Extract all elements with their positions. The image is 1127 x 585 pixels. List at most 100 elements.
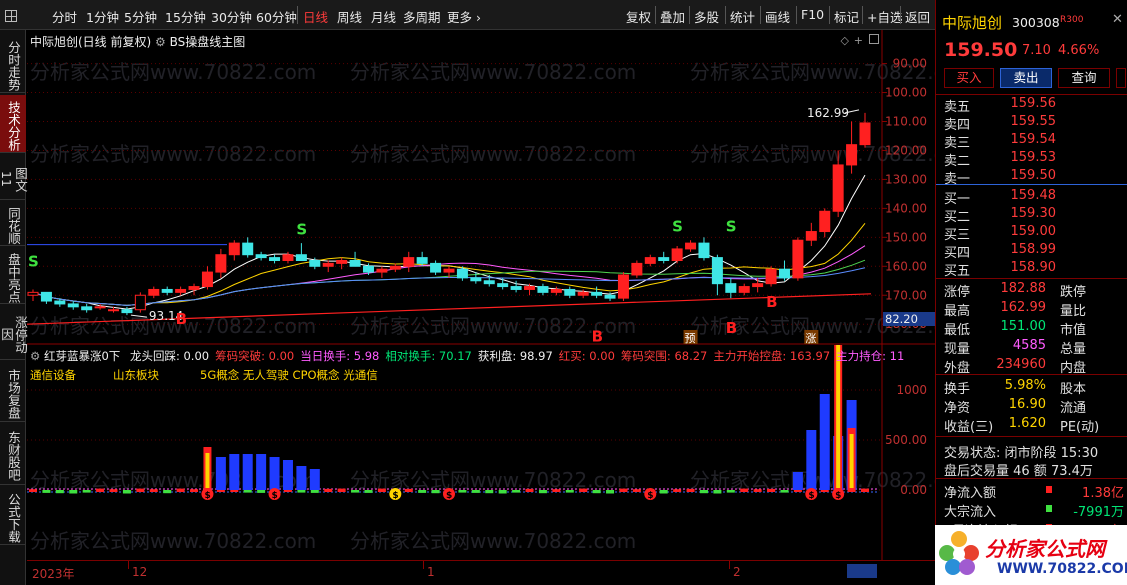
period-tab-5[interactable]: 60分钟 xyxy=(256,7,297,26)
close-icon[interactable]: ✕ xyxy=(1112,12,1123,27)
toolbar-separator xyxy=(655,6,656,24)
stat-value: 234960 xyxy=(996,357,1046,372)
bid-price[interactable]: 159.30 xyxy=(1011,206,1057,221)
stat-row: 外盘 234960 内盘 xyxy=(936,356,1127,376)
settings-icon[interactable]: ⚙ xyxy=(155,35,166,49)
period-tab-7[interactable]: 周线 xyxy=(337,7,362,26)
candle-body xyxy=(67,303,79,308)
candle-body xyxy=(819,210,831,233)
toolbar-button-8[interactable]: 返回 xyxy=(905,7,930,26)
period-tab-1[interactable]: 1分钟 xyxy=(86,7,119,26)
stat-label-2: 市值 xyxy=(1060,323,1087,338)
volume-bar xyxy=(606,490,615,494)
volume-bar xyxy=(753,489,762,492)
fundamental-row: 收益(三) 1.620 PE(动) xyxy=(936,415,1127,435)
ask-price[interactable]: 159.56 xyxy=(1011,96,1057,111)
toolbar-button-3[interactable]: 统计 xyxy=(730,7,755,26)
maximize-icon[interactable] xyxy=(869,34,879,44)
grid-icon[interactable] xyxy=(5,10,17,22)
price-axis-tick: 160.00 xyxy=(885,259,927,273)
candle-body xyxy=(550,288,562,293)
period-tab-9[interactable]: 多周期 xyxy=(403,7,441,26)
candle-body xyxy=(108,309,120,312)
toolbar-button-2[interactable]: 多股 xyxy=(694,7,719,26)
sector-tag[interactable]: 山东板块 xyxy=(113,367,159,383)
left-tab-4[interactable]: 盘中亮点 xyxy=(0,248,26,304)
period-tab-8[interactable]: 月线 xyxy=(371,7,396,26)
divider xyxy=(936,374,1127,375)
toolbar-button-0[interactable]: 复权 xyxy=(626,7,651,26)
ask-price[interactable]: 159.55 xyxy=(1011,114,1057,129)
sector-tag[interactable]: 通信设备 xyxy=(30,367,76,383)
left-tab-2[interactable]: 图文11 xyxy=(0,155,28,200)
bid-price[interactable]: 158.99 xyxy=(1011,242,1057,257)
candle-body xyxy=(685,242,697,250)
candle-body xyxy=(617,274,629,299)
fundamental-value: 16.90 xyxy=(1008,397,1046,412)
sell-button[interactable]: 卖出 xyxy=(1000,68,1052,88)
bid-price[interactable]: 159.48 xyxy=(1011,188,1057,203)
candle-body xyxy=(658,257,670,262)
ask-price[interactable]: 159.54 xyxy=(1011,132,1057,147)
settings-icon[interactable]: ⚙ xyxy=(30,349,40,363)
left-tab-7[interactable]: 东财股吧 xyxy=(0,424,26,485)
ask-price[interactable]: 159.53 xyxy=(1011,150,1057,165)
period-tab-10[interactable]: 更多 › xyxy=(447,7,481,26)
left-tab-1[interactable]: 技术分析 xyxy=(0,95,26,153)
candle-body xyxy=(604,294,616,299)
bid-price[interactable]: 159.00 xyxy=(1011,224,1057,239)
period-tab-2[interactable]: 5分钟 xyxy=(124,7,157,26)
period-tab-6[interactable]: 日线 xyxy=(303,7,328,26)
watermark-logo: 分析家公式网 WWW.70822.COM xyxy=(935,525,1127,585)
left-tab-5[interactable]: 涨停动因 xyxy=(0,306,28,360)
toolbar-button-1[interactable]: 叠加 xyxy=(660,7,685,26)
period-tab-4[interactable]: 30分钟 xyxy=(211,7,252,26)
left-tab-6[interactable]: 市场复盘 xyxy=(0,362,26,422)
toolbar-button-5[interactable]: F10 xyxy=(801,7,824,22)
capital-bar xyxy=(242,454,253,490)
toolbar-button-6[interactable]: 标记 xyxy=(834,7,859,26)
query-button[interactable]: 查询 xyxy=(1058,68,1110,88)
scroll-thumb[interactable] xyxy=(847,564,877,578)
period-tab-0[interactable]: 分时 xyxy=(52,7,77,26)
candle-body xyxy=(376,268,388,273)
toolbar-button-7[interactable]: +自选 xyxy=(867,7,902,26)
indicator-chart[interactable]: 1000 500.00 0.00 $ $ $ $ $ $ $ xyxy=(27,325,935,585)
stat-row: 最低 151.00 市值 xyxy=(936,318,1127,338)
candle-body xyxy=(805,231,817,241)
candle-body xyxy=(309,260,321,267)
volume-bar xyxy=(69,490,78,494)
period-tab-3[interactable]: 15分钟 xyxy=(165,7,206,26)
stock-name: 中际旭创 xyxy=(942,14,1003,32)
candle-body xyxy=(591,291,603,296)
ask-price[interactable]: 159.50 xyxy=(1011,168,1057,183)
left-tab-8[interactable]: 公式下载 xyxy=(0,487,26,545)
left-tab-3[interactable]: 同花顺 xyxy=(0,202,26,246)
add-indicator-icon[interactable]: + xyxy=(854,34,863,47)
volume-bar xyxy=(525,488,534,492)
left-tab-0[interactable]: 分时走势 xyxy=(0,35,26,93)
candle-body xyxy=(242,242,254,256)
candlestick-chart[interactable]: 180.00170.00160.00150.00140.00130.00120.… xyxy=(26,30,935,346)
capital-bar xyxy=(792,472,803,490)
divider xyxy=(936,278,1127,279)
more-button[interactable] xyxy=(1116,68,1126,88)
candle-body xyxy=(134,294,146,311)
capital-bar xyxy=(269,457,280,490)
buy-signal-marker: B xyxy=(176,310,187,328)
candle-body xyxy=(752,283,764,288)
indicator-pane[interactable]: 1000 500.00 0.00 $ $ $ $ $ $ $ ⚙ 红芽蓝暴涨0下 龙头回踩: 0.… xyxy=(27,325,935,585)
toolbar-button-4[interactable]: 画线 xyxy=(765,7,790,26)
sell-signal-marker: S xyxy=(296,220,307,238)
candle-body xyxy=(255,254,267,259)
buy-button[interactable]: 买入 xyxy=(944,68,994,88)
price-pane[interactable]: 180.00170.00160.00150.00140.00130.00120.… xyxy=(26,30,935,346)
bid-price[interactable]: 158.90 xyxy=(1011,260,1057,275)
fundamental-label-2: 股本 xyxy=(1060,382,1087,397)
candle-body xyxy=(859,122,871,146)
candle-body xyxy=(188,286,200,290)
volume-bar xyxy=(82,490,91,493)
collapse-diamond-icon[interactable]: ◇ xyxy=(841,34,849,47)
main-force-bar-inner xyxy=(205,453,210,488)
sector-tag[interactable]: 5G概念 无人驾驶 CPO概念 光通信 xyxy=(200,367,378,383)
